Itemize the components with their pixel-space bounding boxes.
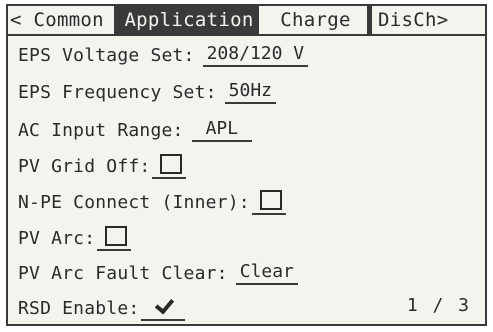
pv-grid-off-field [152, 153, 187, 179]
pv-grid-off-checkbox[interactable] [160, 153, 183, 174]
row-rsd-enable: RSD Enable: [18, 293, 186, 323]
eps-frequency-label: EPS Frequency Set: [18, 81, 217, 103]
eps-voltage-label: EPS Voltage Set: [18, 44, 195, 66]
npe-connect-field [251, 189, 286, 215]
row-npe-connect: N-PE Connect (Inner): [18, 187, 286, 217]
pv-arc-field [97, 225, 132, 251]
tab-discharge[interactable]: DisCh> [372, 6, 485, 34]
tab-application[interactable]: Application [119, 6, 264, 34]
pv-arc-fault-clear-label: PV Arc Fault Clear: [18, 262, 228, 284]
eps-voltage-value[interactable]: 208/120 V [202, 43, 309, 67]
eps-frequency-value[interactable]: 50Hz [224, 80, 277, 104]
row-pv-arc: PV Arc: [18, 223, 132, 253]
row-eps-frequency: EPS Frequency Set: 50Hz [18, 77, 277, 107]
ac-input-range-value[interactable]: APL [191, 118, 253, 142]
tab-common[interactable]: < Common [8, 6, 119, 34]
row-pv-grid-off: PV Grid Off: [18, 151, 187, 181]
pv-arc-label: PV Arc: [18, 227, 96, 249]
pv-grid-off-label: PV Grid Off: [18, 155, 151, 177]
pv-arc-checkbox[interactable] [105, 225, 128, 246]
row-eps-voltage: EPS Voltage Set: 208/120 V [18, 40, 309, 70]
row-ac-input-range: AC Input Range: APL [18, 115, 253, 145]
ac-input-range-label: AC Input Range: [18, 119, 184, 141]
tab-charge[interactable]: Charge [264, 6, 372, 34]
page-indicator: 1 / 3 [406, 295, 471, 316]
pv-arc-fault-clear-value[interactable]: Clear [235, 261, 298, 285]
device-screen: < Common Application Charge DisCh> EPS V… [0, 0, 493, 332]
lcd-panel: < Common Application Charge DisCh> EPS V… [6, 4, 487, 326]
npe-connect-checkbox[interactable] [259, 189, 282, 210]
npe-connect-label: N-PE Connect (Inner): [18, 191, 250, 213]
rsd-enable-label: RSD Enable: [18, 297, 140, 319]
rsd-enable-field [141, 296, 186, 321]
tab-bar: < Common Application Charge DisCh> [8, 6, 485, 36]
row-pv-arc-fault-clear: PV Arc Fault Clear: Clear [18, 258, 298, 288]
rsd-enable-check-icon[interactable] [151, 296, 175, 316]
